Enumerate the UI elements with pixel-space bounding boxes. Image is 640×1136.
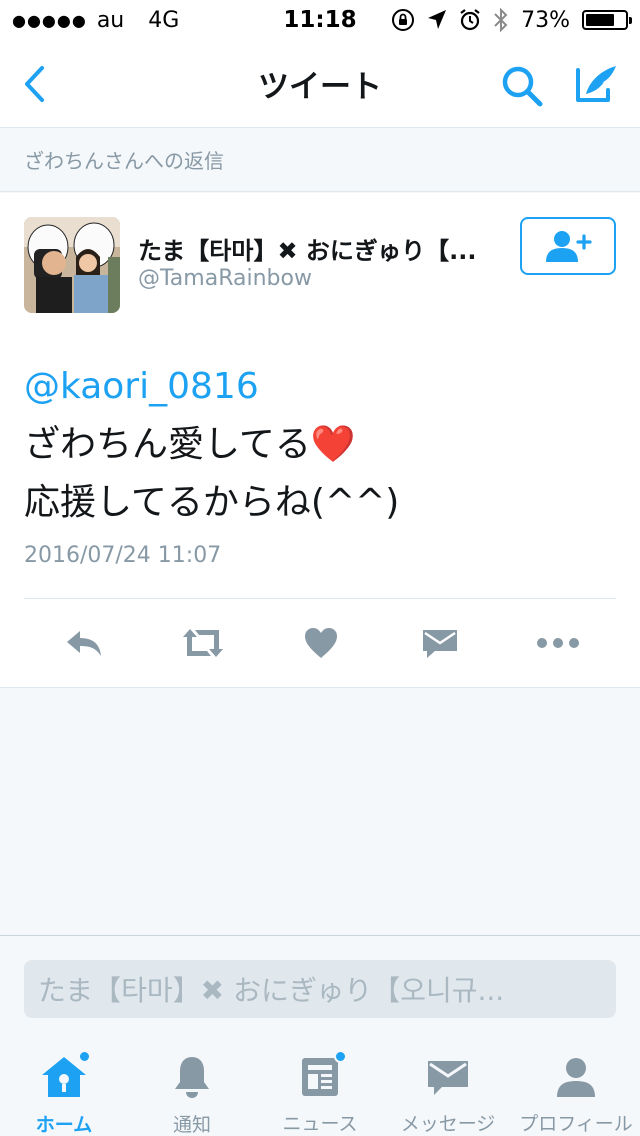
status-left: ●●●●● au 4G [12,8,242,33]
reply-button[interactable] [60,623,108,663]
page-title: ツイート [258,69,382,105]
back-button[interactable] [14,60,54,108]
news-icon [302,1057,338,1096]
author-name[interactable]: たま【타마】✖ おにぎゅり【... [138,231,508,266]
retweet-button[interactable] [179,623,227,663]
home-icon-wrap [39,1050,91,1100]
envelope-icon-wrap [423,1054,473,1099]
tab-messages-label: メッセージ [400,1113,496,1135]
follow-button[interactable] [520,217,616,275]
avatar[interactable] [24,217,120,313]
search-button[interactable] [498,62,546,110]
heart-icon [305,628,337,658]
compose-icon [576,66,616,102]
signal-strength: ●●●●● [12,10,87,30]
envelope-icon [422,630,457,658]
tab-notifications-label: 通知 [172,1114,211,1136]
direct-message-button[interactable] [416,623,464,663]
bell-icon-wrap [167,1054,217,1100]
battery-percent: 73% [521,7,570,33]
tab-news-label: ニュース [282,1113,358,1135]
author-handle[interactable]: @TamaRainbow [138,266,312,291]
more-icon [537,638,579,648]
mention-link[interactable]: @kaori_0816 [24,358,616,416]
profile-icon-wrap [551,1054,601,1099]
home-badge [78,1050,91,1063]
carrier-label: au [96,7,125,33]
tweet-line-1: ざわちん愛してる❤️ [24,416,616,474]
profile-icon [557,1057,595,1097]
tab-profile[interactable]: プロフィール [512,1036,640,1136]
reply-icon [67,631,101,656]
location-arrow-icon [428,10,447,29]
more-options-button[interactable] [534,623,582,663]
tweet-actions [24,618,616,668]
bluetooth-icon [494,7,508,33]
battery-level [586,14,614,26]
compose-tweet-button[interactable] [572,60,620,108]
alarm-icon [460,9,480,31]
rotation-lock-icon [392,9,415,31]
retweet-icon [182,629,223,657]
battery-icon [582,10,632,30]
reply-input[interactable]: たま【타마】✖ おにぎゅり【오니규... [24,960,616,1018]
tab-notifications[interactable]: 通知 [128,1036,256,1136]
network-label: 4G [148,7,180,33]
tweet-detail: たま【타마】✖ おにぎゅり【... @TamaRainbow @kaori_08… [0,193,640,688]
tab-home[interactable]: ホーム [0,1036,128,1136]
tab-news[interactable]: ニュース [256,1036,384,1136]
reply-context: ざわちんさんへの返信 [0,129,640,192]
tweet-text: @kaori_0816 ざわちん愛してる❤️ 応援してるからね(^^) [24,358,616,532]
status-right: 73% [391,7,632,33]
envelope-icon [428,1060,468,1095]
tweet-line-1-text: ざわちん愛してる [24,424,311,465]
search-icon [502,66,543,107]
news-badge [334,1050,347,1063]
avatar-photo [24,217,120,313]
heart-emoji: ❤️ [310,424,356,465]
tweet-timestamp: 2016/07/24 11:07 [24,543,222,568]
tab-bar: ホーム 通知 ニュース メッセージ プロフィール [0,1036,640,1136]
news-icon-wrap [295,1050,347,1099]
navigation-bar: ツイート [0,40,640,128]
divider [24,598,616,599]
tab-messages[interactable]: メッセージ [384,1036,512,1136]
tab-profile-label: プロフィール [519,1113,633,1135]
bell-icon [175,1057,209,1098]
status-bar: ●●●●● au 4G 11:18 73% [0,0,640,40]
like-button[interactable] [297,623,345,663]
tab-home-label: ホーム [35,1114,93,1136]
add-user-icon [546,231,592,262]
chevron-left-icon [25,66,44,102]
tweet-line-2: 応援してるからね(^^) [24,482,400,523]
reply-bar: たま【타마】✖ おにぎゅり【오니규... [0,935,640,1035]
